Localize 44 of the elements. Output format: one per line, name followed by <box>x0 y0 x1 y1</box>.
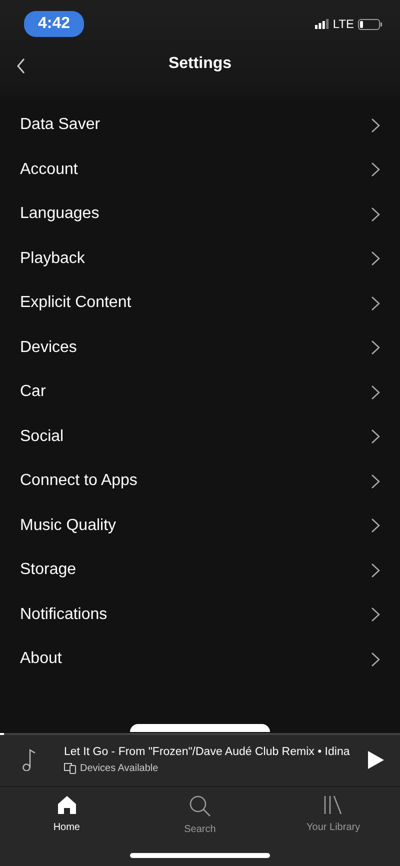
status-time: 4:42 <box>24 11 84 37</box>
music-note-icon <box>22 749 36 771</box>
page-title: Settings <box>168 54 232 74</box>
settings-item[interactable]: Devices <box>0 326 400 370</box>
settings-item[interactable]: Storage <box>0 548 400 592</box>
chevron-right-icon <box>371 340 380 356</box>
chevron-right-icon <box>371 296 380 311</box>
tab[interactable]: Your Library <box>266 787 400 866</box>
settings-item[interactable]: Account <box>0 148 400 192</box>
tab[interactable]: Search <box>133 787 267 866</box>
devices-icon <box>64 763 76 774</box>
chevron-right-icon <box>371 118 380 133</box>
settings-item[interactable]: Data Saver <box>0 103 400 148</box>
chevron-right-icon <box>371 474 380 489</box>
settings-item[interactable]: Playback <box>0 236 400 281</box>
signal-icon <box>314 19 329 29</box>
chevron-right-icon <box>371 652 380 667</box>
chevron-right-icon <box>371 562 380 578</box>
chevron-right-icon <box>371 206 380 222</box>
now-playing-bar[interactable]: Let It Go - From "Frozen"/Dave Audé Club Remix • Idina Devices Available <box>0 733 400 786</box>
chevron-right-icon <box>371 607 380 622</box>
search-icon <box>188 795 211 817</box>
tab[interactable]: Home <box>0 787 134 866</box>
settings-item[interactable]: Music Quality <box>0 504 400 548</box>
chevron-right-icon <box>371 251 380 266</box>
chevron-right-icon <box>371 429 380 444</box>
chevron-right-icon <box>371 518 380 534</box>
battery-icon <box>358 18 382 30</box>
settings-item[interactable]: Social <box>0 414 400 459</box>
settings-item[interactable]: Car <box>0 370 400 414</box>
settings-item[interactable]: About <box>0 637 400 682</box>
network-label: LTE <box>332 16 354 33</box>
chevron-right-icon <box>371 384 380 400</box>
settings-item[interactable]: Explicit Content <box>0 281 400 326</box>
settings-item[interactable]: Connect to Apps <box>0 459 400 504</box>
settings-item[interactable]: Languages <box>0 192 400 236</box>
settings-item[interactable]: Notifications <box>0 592 400 637</box>
back-icon <box>16 58 26 74</box>
library-icon <box>323 795 344 815</box>
devices-label[interactable]: Devices Available <box>80 761 158 776</box>
play-icon <box>368 750 384 769</box>
chevron-right-icon <box>371 162 380 178</box>
track-title: Let It Go - From "Frozen"/Dave Audé Club Remix • Idina <box>64 744 350 760</box>
home-icon <box>56 795 77 815</box>
